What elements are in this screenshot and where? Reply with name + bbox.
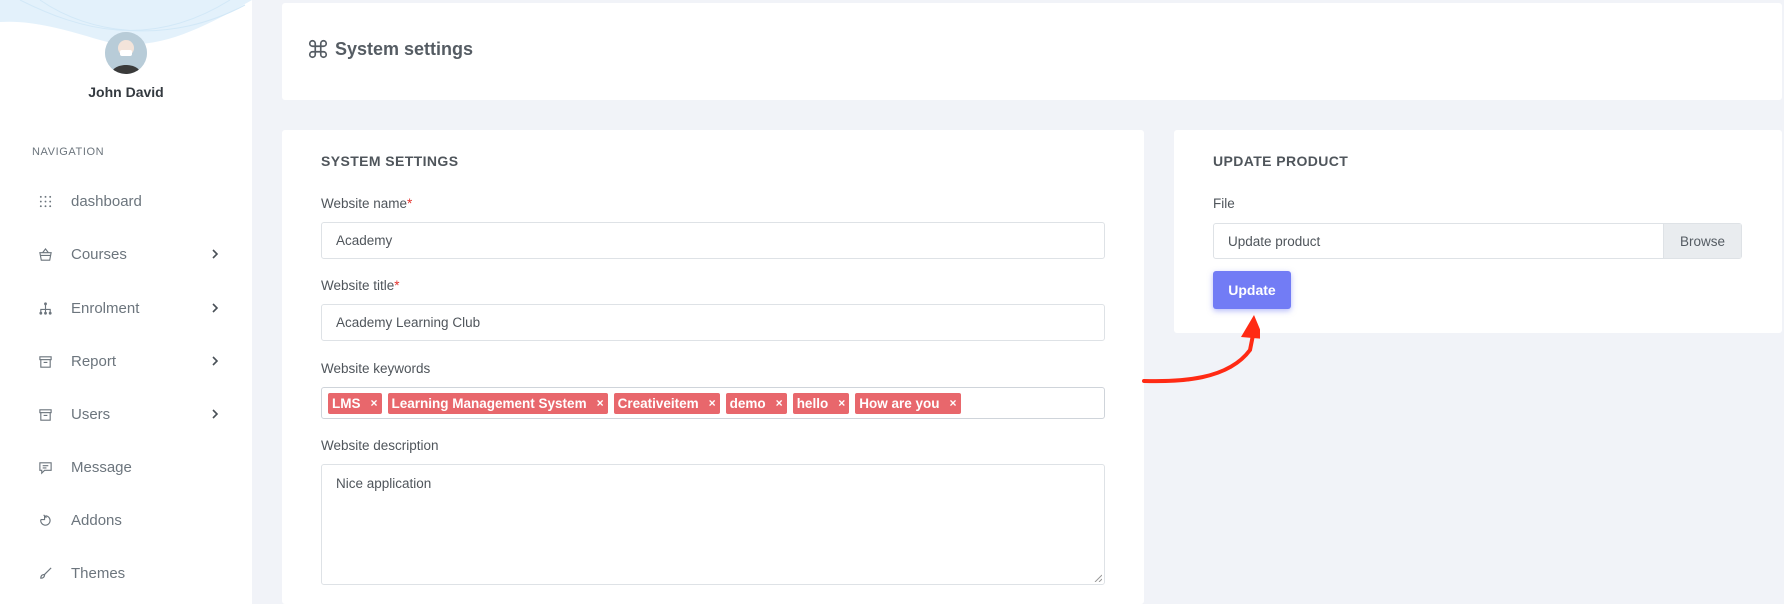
remove-tag-button[interactable]: × [371,396,378,410]
website-name-input[interactable]: Academy [321,222,1105,259]
website-description-value: Nice application [336,476,432,491]
page-header [282,3,1782,100]
sidebar: John David NAVIGATION dashboard Courses … [0,0,252,604]
profile-name: John David [88,84,164,100]
sidebar-item-dashboard[interactable]: dashboard [32,183,222,219]
resize-handle-icon[interactable] [1094,574,1102,582]
basket-icon [35,244,55,264]
website-name-label-text: Website name [321,196,408,211]
tag-label: How are you [859,395,940,411]
sidebar-item-enrolment[interactable]: Enrolment [32,290,222,326]
sidebar-item-label: Enrolment [71,299,140,317]
sidebar-item-label: Report [71,352,117,370]
website-description-label: Website description [321,438,439,453]
sidebar-item-users[interactable]: Users [32,396,222,432]
puzzle-icon [35,510,55,530]
file-label: File [1213,196,1235,211]
sidebar-item-report[interactable]: Report [32,343,222,379]
update-button[interactable]: Update [1213,271,1291,309]
remove-tag-button[interactable]: × [597,396,604,410]
avatar[interactable] [105,32,147,74]
sidebar-item-addons[interactable]: Addons [32,502,222,538]
archive-icon [35,351,55,371]
tag-label: demo [729,395,766,411]
website-name-label: Website name* [321,196,412,211]
grid-icon [35,191,55,211]
sidebar-item-label: Message [71,458,132,476]
sitemap-icon [35,298,55,318]
sidebar-item-label: dashboard [71,192,142,210]
keyword-tag: How are you × [855,392,961,414]
annotation-arrow-icon [1142,315,1260,384]
page-title: System settings [307,38,473,60]
remove-tag-button[interactable]: × [776,396,783,410]
update-product-title: UPDATE PRODUCT [1213,153,1349,169]
avatar-image [105,32,147,74]
website-keywords-label: Website keywords [321,361,431,376]
chevron-right-icon [212,249,219,259]
archive-icon [35,404,55,424]
sidebar-item-label: Addons [71,511,122,529]
tag-label: LMS [332,395,361,411]
chat-icon [35,457,55,477]
website-name-value: Academy [336,233,393,248]
sidebar-item-themes[interactable]: Themes [32,555,222,591]
website-title-value: Academy Learning Club [336,315,481,330]
sidebar-item-label: Themes [71,564,126,582]
website-keywords-input[interactable]: LMS × Learning Management System × Creativ… [321,387,1105,419]
file-input[interactable]: Update product Browse [1213,223,1742,259]
remove-tag-button[interactable]: × [950,396,957,410]
system-settings-title: SYSTEM SETTINGS [321,153,459,169]
sidebar-item-courses[interactable]: Courses [32,236,222,272]
required-marker: * [394,278,400,293]
file-input-text[interactable]: Update product [1214,224,1663,258]
keyword-tag: Learning Management System × [387,392,608,414]
chevron-right-icon [212,303,219,313]
website-title-input[interactable]: Academy Learning Club [321,304,1105,341]
command-icon [308,39,328,59]
keyword-tag: demo × [725,392,787,414]
sidebar-item-message[interactable]: Message [32,449,222,485]
tag-label: hello [796,395,829,411]
browse-button[interactable]: Browse [1663,224,1741,258]
remove-tag-button[interactable]: × [838,396,845,410]
remove-tag-button[interactable]: × [709,396,716,410]
tag-label: Learning Management System [391,395,587,411]
keyword-tag: hello × [792,392,850,414]
page-title-text: System settings [335,38,474,59]
website-title-label: Website title* [321,278,400,293]
keyword-tag: Creativeitem × [613,392,720,414]
nav-heading: NAVIGATION [32,146,105,158]
website-description-textarea[interactable]: Nice application [321,464,1105,585]
user-profile[interactable]: John David [0,32,252,100]
required-marker: * [407,196,413,211]
sidebar-item-label: Courses [71,245,127,263]
website-title-label-text: Website title [321,278,395,293]
chevron-right-icon [212,409,219,419]
brush-icon [35,563,55,583]
keyword-tag: LMS × [328,392,382,414]
tag-label: Creativeitem [617,395,699,411]
sidebar-item-label: Users [71,405,111,423]
chevron-right-icon [212,356,219,366]
